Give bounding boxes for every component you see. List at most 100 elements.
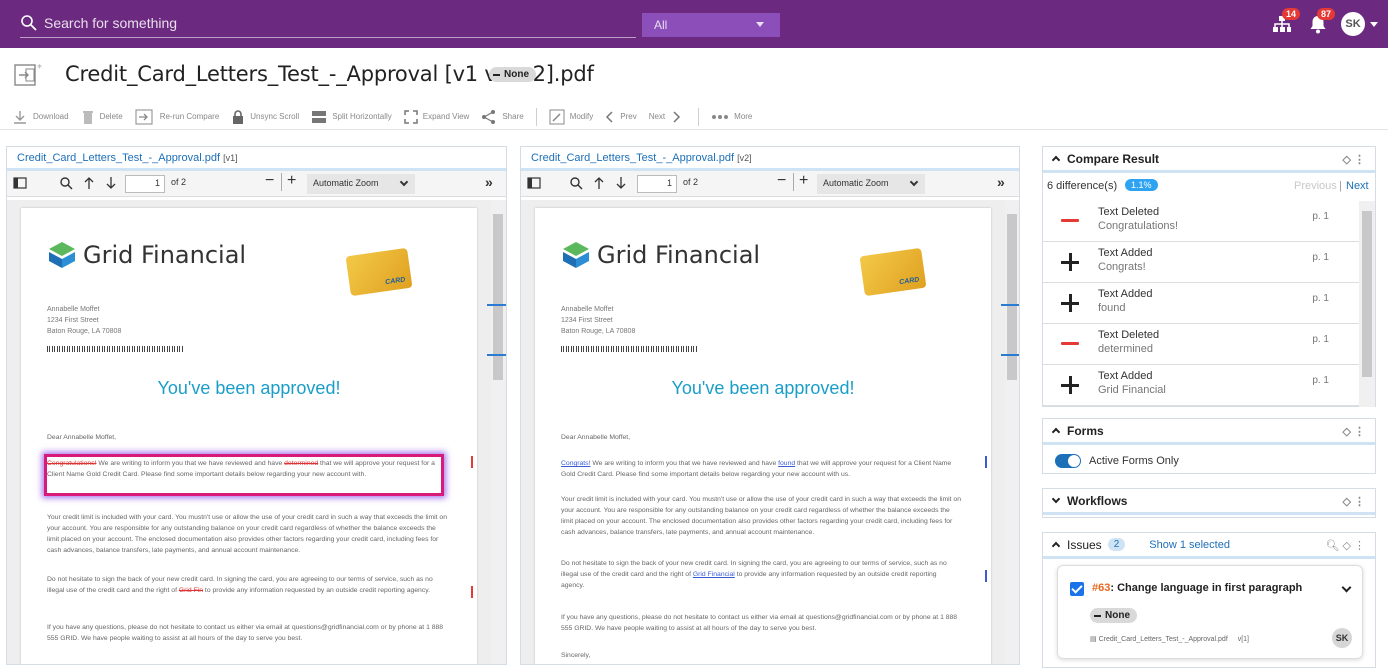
- chevron-up-icon: [1051, 155, 1061, 165]
- difference-item[interactable]: Text Deleted determined p. 1: [1043, 324, 1359, 365]
- card-label: CARD: [384, 276, 406, 287]
- left-file-link[interactable]: Credit_Card_Letters_Test_-_Approval.pdf: [17, 152, 220, 164]
- zoom-in-button[interactable]: +: [799, 172, 808, 190]
- postal-barcode: [561, 346, 697, 352]
- prev-button[interactable]: Prev: [605, 110, 637, 123]
- salutation: Dear Annabelle Moffet,: [561, 434, 631, 441]
- expand-view-button[interactable]: Expand View: [404, 109, 470, 124]
- difference-item[interactable]: Text Deleted Congratulations! p. 1: [1043, 201, 1359, 242]
- change-marker: [985, 570, 987, 582]
- delete-button[interactable]: Delete: [81, 109, 123, 125]
- issues-header[interactable]: Issues 2 Show 1 selected 🔍︎ ◇ ⋮: [1043, 533, 1375, 559]
- chevron-down-icon[interactable]: [1341, 582, 1352, 593]
- left-document-panel: Credit_Card_Letters_Test_-_Approval.pdf …: [6, 146, 507, 665]
- difference-type: Text Added: [1098, 247, 1153, 259]
- address-line: Annabelle Moffet: [47, 306, 100, 313]
- difference-value: determined: [1098, 343, 1154, 355]
- page-number-input[interactable]: 1: [637, 175, 677, 193]
- global-search-input[interactable]: Search for something: [20, 8, 636, 38]
- zoom-out-button[interactable]: −: [265, 172, 274, 190]
- delete-label: Delete: [99, 112, 123, 121]
- issue-file-name[interactable]: Credit_Card_Letters_Test_-_Approval.pdf: [1099, 636, 1228, 643]
- difference-list-scrollbar[interactable]: [1359, 201, 1375, 407]
- arrow-down-icon[interactable]: [615, 176, 627, 190]
- compare-result-header[interactable]: Compare Result ◇ ⋮: [1043, 147, 1375, 173]
- right-file-link[interactable]: Credit_Card_Letters_Test_-_Approval.pdf: [531, 152, 734, 164]
- change-marker: [471, 586, 473, 598]
- active-forms-toggle[interactable]: [1055, 454, 1081, 468]
- added-text[interactable]: found: [778, 460, 795, 467]
- chevron-down-icon: [909, 177, 919, 187]
- issue-status-badge[interactable]: None: [1090, 608, 1137, 623]
- zoom-value: Automatic Zoom: [313, 178, 379, 188]
- workflows-panel: Workflows ◇ ⋮: [1042, 488, 1376, 518]
- zoom-select[interactable]: Automatic Zoom: [817, 174, 925, 194]
- added-text[interactable]: Congrats!: [561, 460, 590, 467]
- recipient-address: Annabelle Moffet 1234 First Street Baton…: [561, 304, 635, 337]
- network-button[interactable]: 14: [1272, 8, 1301, 34]
- right-scrollbar[interactable]: [1001, 200, 1019, 664]
- difference-item[interactable]: Text Added Congrats! p. 1: [1043, 242, 1359, 283]
- issue-title[interactable]: #63: Change language in first paragraph: [1092, 582, 1302, 594]
- arrow-down-icon[interactable]: [105, 176, 117, 190]
- issue-checkbox[interactable]: [1070, 582, 1084, 596]
- brand-name: Grid Financial: [83, 241, 247, 269]
- next-button[interactable]: Next: [649, 110, 686, 123]
- zoom-in-button[interactable]: +: [287, 172, 296, 190]
- change-marker: [471, 456, 473, 468]
- notifications-button[interactable]: 87: [1309, 8, 1336, 34]
- status-label: None: [504, 69, 529, 80]
- double-chevron-right-icon[interactable]: »: [485, 174, 493, 190]
- page-number-input[interactable]: 1: [125, 175, 165, 193]
- previous-difference-link[interactable]: Previous: [1294, 180, 1337, 192]
- user-avatar[interactable]: SK: [1341, 12, 1365, 36]
- deleted-text[interactable]: Grid Fin: [179, 587, 203, 594]
- issue-card[interactable]: #63: Change language in first paragraph …: [1057, 565, 1363, 659]
- download-button[interactable]: Download: [12, 109, 69, 125]
- left-scrollbar[interactable]: [487, 200, 506, 664]
- sidebar-toggle-icon[interactable]: [527, 176, 541, 190]
- show-selected-link[interactable]: Show 1 selected: [1149, 539, 1230, 551]
- search-scope-select[interactable]: All: [642, 13, 780, 37]
- difference-item[interactable]: Text Added Grid Financial p. 1: [1043, 365, 1359, 406]
- more-button[interactable]: More: [711, 112, 752, 121]
- workflows-header[interactable]: Workflows ◇ ⋮: [1043, 489, 1375, 515]
- scrollbar-thumb[interactable]: [1362, 211, 1372, 377]
- split-horizontally-button[interactable]: Split Horizontally: [311, 110, 392, 124]
- panel-options-icon[interactable]: ◇ ⋮: [1342, 425, 1365, 438]
- right-pdf-toolbar: 1 of 2 − + Automatic Zoom »: [521, 171, 1019, 197]
- sidebar-toggle-icon[interactable]: [13, 176, 27, 190]
- double-chevron-right-icon[interactable]: »: [997, 174, 1005, 190]
- minus-icon: [1061, 342, 1079, 345]
- chevron-down-icon: [1051, 494, 1061, 504]
- zoom-out-button[interactable]: −: [777, 172, 786, 190]
- zoom-select[interactable]: Automatic Zoom: [307, 174, 415, 194]
- rerun-compare-button[interactable]: Re-run Compare: [135, 109, 219, 125]
- status-badge[interactable]: None: [489, 67, 536, 82]
- expand-label: Expand View: [422, 112, 470, 121]
- grid-financial-logo: Grid Financial: [47, 240, 246, 270]
- next-difference-link[interactable]: Next: [1346, 180, 1369, 192]
- download-label: Download: [33, 112, 69, 121]
- difference-item[interactable]: Text Added found p. 1: [1043, 283, 1359, 324]
- user-menu-caret-icon[interactable]: [1370, 22, 1378, 27]
- find-search-icon[interactable]: [569, 176, 583, 190]
- left-pdf-viewer[interactable]: Grid Financial CARD Annabelle Moffet 123…: [7, 200, 506, 664]
- panel-options-icon[interactable]: ◇ ⋮: [1342, 153, 1365, 166]
- panel-options-icon[interactable]: 🔍︎ ◇ ⋮: [1325, 539, 1365, 552]
- share-button[interactable]: Share: [481, 109, 524, 125]
- right-pdf-viewer[interactable]: Grid Financial CARD Annabelle Moffet 123…: [521, 200, 1019, 664]
- unsync-scroll-button[interactable]: Unsync Scroll: [231, 109, 299, 125]
- find-search-icon[interactable]: [59, 176, 73, 190]
- forms-header[interactable]: Forms ◇ ⋮: [1043, 419, 1375, 445]
- added-text[interactable]: Grid Financial: [693, 571, 735, 578]
- difference-type: Text Added: [1098, 370, 1153, 382]
- plus-icon: [1061, 294, 1079, 312]
- arrow-up-icon[interactable]: [593, 176, 605, 190]
- difference-value: found: [1098, 302, 1126, 314]
- issue-assignee-avatar[interactable]: SK: [1332, 628, 1352, 648]
- panel-options-icon[interactable]: ◇ ⋮: [1342, 495, 1365, 508]
- selected-difference-highlight[interactable]: [44, 454, 444, 496]
- arrow-up-icon[interactable]: [83, 176, 95, 190]
- modify-button[interactable]: Modify: [549, 109, 593, 125]
